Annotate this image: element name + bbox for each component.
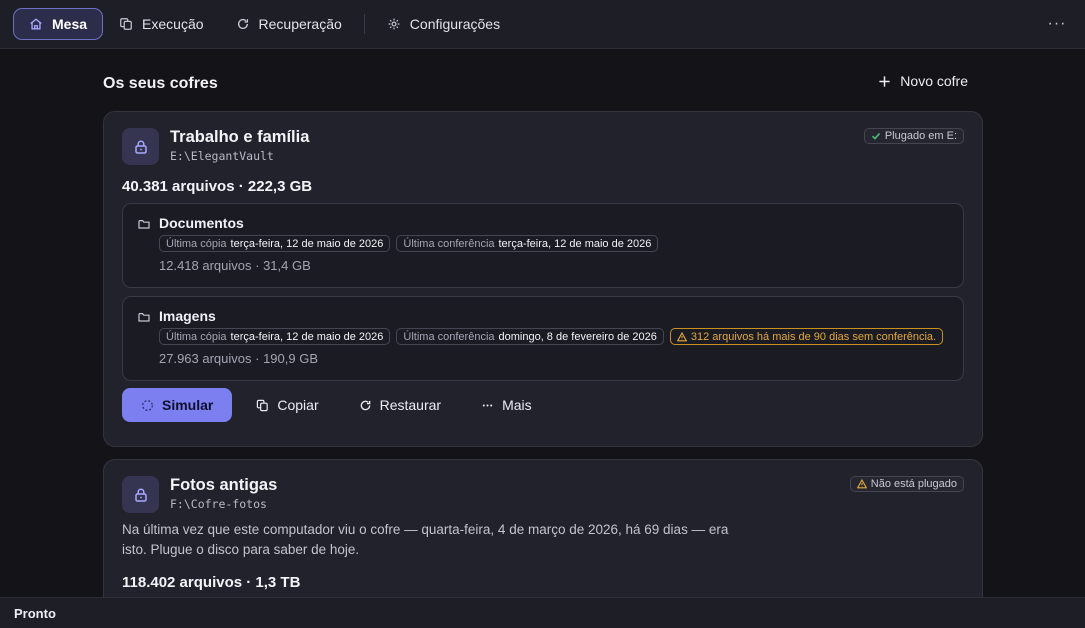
simulate-button[interactable]: Simular	[122, 388, 233, 422]
nav-divider	[363, 14, 365, 34]
refresh-icon	[236, 17, 250, 31]
more-button[interactable]: Mais	[465, 388, 548, 422]
status-badge-label: Plugado em E:	[884, 130, 957, 142]
folder-chips: Última cópia terça-feira, 12 de maio de …	[159, 235, 659, 252]
chip-label: Última cópia	[166, 330, 227, 343]
nav-item-label: Configurações	[409, 16, 501, 32]
last-check-chip: Última conferência domingo, 8 de feverei…	[396, 328, 664, 345]
chip-value: terça-feira, 12 de maio de 2026	[230, 237, 384, 250]
folder-row[interactable]: Documentos Última cópia terça-feira, 12 …	[122, 203, 964, 288]
page-title: Os seus cofres	[103, 75, 218, 92]
warning-chip: 312 arquivos há mais de 90 dias sem conf…	[669, 328, 944, 345]
chip-value: domingo, 8 de fevereiro de 2026	[498, 330, 657, 343]
chip-label: Última conferência	[403, 237, 495, 250]
vault-lock-tile	[122, 476, 159, 513]
top-nav: Mesa Execução Recuperação Configurações …	[0, 0, 1085, 49]
plus-icon	[878, 75, 891, 88]
vault-path: F:\Cofre-fotos	[170, 497, 267, 511]
copy-icon	[119, 17, 133, 31]
ellipsis-icon	[481, 399, 494, 412]
lock-icon	[133, 139, 149, 155]
gear-icon	[387, 17, 401, 31]
nav-item-label: Mesa	[52, 16, 88, 32]
folder-meta: 12.418 arquivos · 31,4 GB	[159, 258, 311, 273]
vault-totals: 118.402 arquivos · 1,3 TB	[122, 574, 301, 591]
folder-name: Imagens	[159, 308, 216, 324]
folder-chips: Última cópia terça-feira, 12 de maio de …	[159, 328, 944, 345]
last-seen-note: Na última vez que este computador viu o …	[122, 522, 729, 557]
last-copy-chip: Última cópia terça-feira, 12 de maio de …	[159, 235, 391, 252]
more-icon: ···	[1047, 15, 1067, 32]
vault-lock-tile	[122, 128, 159, 165]
vault-actions: Simular Copiar Restaurar Mais	[122, 388, 548, 422]
home-icon	[29, 17, 43, 31]
nav-item-recuperacao[interactable]: Recuperação	[220, 8, 358, 40]
warning-icon	[676, 331, 687, 342]
section-header: Os seus cofres Novo cofre	[103, 49, 983, 111]
vault-card: Trabalho e família E:\ElegantVault Pluga…	[103, 111, 983, 447]
chip-value: terça-feira, 12 de maio de 2026	[498, 237, 652, 250]
check-icon	[871, 131, 881, 141]
copy-icon	[256, 399, 269, 412]
nav-item-configuracoes[interactable]: Configurações	[371, 8, 516, 40]
chip-label: Última conferência	[403, 330, 495, 343]
refresh-icon	[359, 399, 372, 412]
chip-value: terça-feira, 12 de maio de 2026	[230, 330, 384, 343]
restore-button[interactable]: Restaurar	[343, 388, 457, 422]
more-label: Mais	[502, 397, 532, 413]
folder-meta: 27.963 arquivos · 190,9 GB	[159, 351, 318, 366]
vault-totals: 40.381 arquivos · 222,3 GB	[122, 178, 313, 195]
folder-icon	[138, 218, 150, 230]
copy-button[interactable]: Copiar	[240, 388, 334, 422]
vault-name: Trabalho e família	[170, 128, 310, 146]
last-copy-chip: Última cópia terça-feira, 12 de maio de …	[159, 328, 391, 345]
folder-name: Documentos	[159, 215, 244, 231]
nav-item-mesa[interactable]: Mesa	[13, 8, 104, 40]
status-text: Pronto	[14, 605, 56, 621]
last-check-chip: Última conferência terça-feira, 12 de ma…	[396, 235, 659, 252]
status-badge-label: Não está plugado	[870, 478, 957, 490]
status-badge: Plugado em E:	[863, 128, 964, 144]
status-bar: Pronto	[0, 597, 1085, 628]
vault-path: E:\ElegantVault	[170, 149, 274, 163]
nav-item-label: Execução	[142, 16, 204, 32]
main-content: Os seus cofres Novo cofre Trabalho e fam…	[103, 49, 983, 597]
nav-item-label: Recuperação	[258, 16, 342, 32]
more-menu-button[interactable]: ···	[1043, 10, 1071, 38]
nav-item-execucao[interactable]: Execução	[103, 8, 219, 40]
simulate-label: Simular	[162, 397, 214, 413]
vault-name: Fotos antigas	[170, 476, 278, 494]
folder-icon	[138, 311, 150, 323]
folder-row[interactable]: Imagens Última cópia terça-feira, 12 de …	[122, 296, 964, 381]
new-vault-button[interactable]: Novo cofre	[878, 73, 968, 89]
restore-label: Restaurar	[379, 397, 442, 413]
spinner-icon	[141, 399, 154, 412]
chip-label: Última cópia	[166, 237, 227, 250]
status-badge: Não está plugado	[849, 476, 964, 492]
copy-label: Copiar	[277, 397, 319, 413]
lock-icon	[133, 487, 149, 503]
warning-icon	[856, 479, 867, 489]
warning-text: 312 arquivos há mais de 90 dias sem conf…	[690, 330, 937, 343]
new-vault-label: Novo cofre	[900, 73, 968, 89]
vault-card: Fotos antigas F:\Cofre-fotos Não está pl…	[103, 459, 983, 597]
